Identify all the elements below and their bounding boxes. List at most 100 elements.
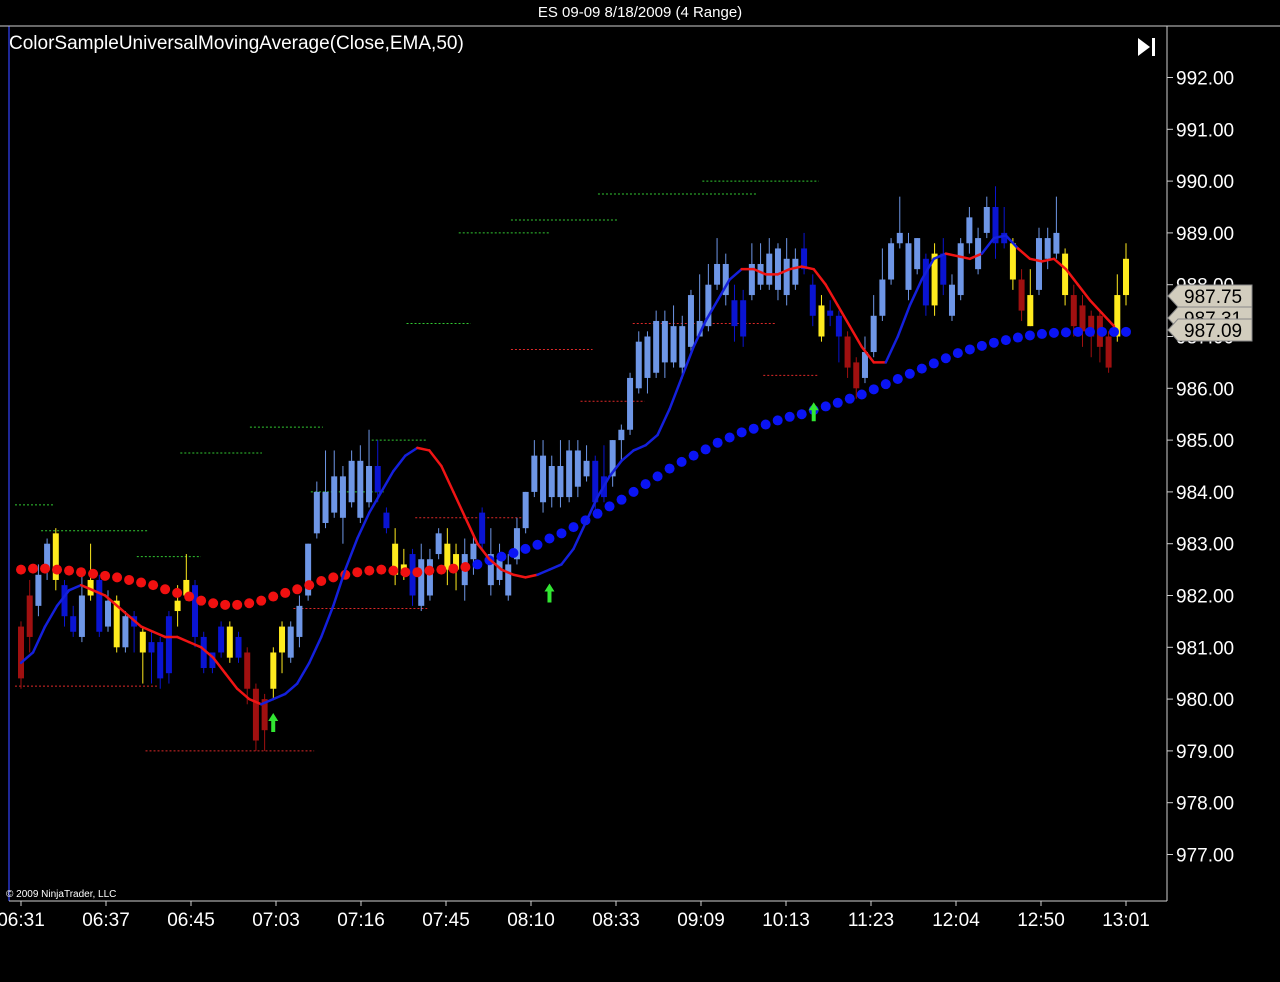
x-tick-label: 08:10	[507, 910, 555, 931]
price-bar	[940, 253, 947, 285]
slow-ma-dot	[412, 567, 423, 578]
slow-ma-dot	[604, 501, 615, 512]
price-bar	[1053, 232, 1060, 254]
price-bar	[331, 476, 338, 513]
slow-ma-dot	[1084, 326, 1095, 337]
slow-ma-dot	[208, 598, 219, 609]
fast-ma-segment	[283, 682, 299, 696]
slow-ma-dot	[736, 427, 747, 438]
slow-ma-dot	[184, 591, 195, 602]
price-bar	[983, 207, 990, 233]
slow-ma-dot	[376, 564, 387, 575]
slow-ma-dot	[1024, 330, 1035, 341]
slow-ma-dot	[880, 379, 891, 390]
x-tick-label: 09:09	[677, 910, 725, 931]
price-bar	[18, 626, 24, 679]
price-bar	[714, 263, 721, 285]
fast-ma-segment	[980, 236, 996, 255]
price-bar	[566, 450, 573, 498]
skip-to-end-icon[interactable]	[1136, 35, 1160, 59]
y-tick-label: 980.00	[1176, 690, 1234, 711]
up-arrow-icon	[544, 583, 555, 603]
slow-ma-dot	[700, 444, 711, 455]
slow-ma-dot	[940, 353, 951, 364]
price-bar	[1035, 238, 1042, 290]
fast-ma-segment	[824, 283, 839, 307]
slow-ma-dot	[820, 401, 831, 412]
price-bar	[583, 460, 590, 477]
price-bar	[244, 652, 251, 689]
slow-ma-dot	[760, 419, 771, 430]
fast-ma-segment	[476, 542, 491, 561]
slow-ma-dot	[52, 564, 63, 575]
time-axis[interactable]: 06:31 06:37 06:45 07:03 07:16 07:45 08:10 08:33…	[0, 901, 1150, 931]
fast-ma-segment	[1040, 257, 1056, 263]
price-bar	[313, 491, 320, 534]
price-bar	[888, 243, 895, 280]
fast-ma-segment	[896, 304, 912, 338]
price-bar	[357, 460, 364, 518]
fast-ma-segment	[668, 376, 683, 411]
slow-ma-dot	[664, 463, 675, 474]
x-tick-label: 13:01	[1102, 910, 1150, 931]
price-bar	[679, 326, 686, 368]
fast-ma-segment	[392, 454, 407, 473]
price-bar	[383, 512, 390, 529]
slow-ma-dot	[304, 580, 315, 591]
fast-ma-segment	[944, 252, 960, 258]
price-bar	[809, 284, 816, 316]
price-bar	[557, 466, 564, 498]
price-bar	[1123, 258, 1129, 296]
slow-ma-dot	[784, 411, 795, 422]
price-chart[interactable]: 977.00 978.00 979.00 980.00 981.00 982.00 983.…	[0, 0, 1280, 982]
price-bar	[540, 455, 547, 503]
slow-ma-dot	[508, 548, 519, 559]
fast-ma-segment	[175, 635, 191, 644]
slow-ma-dot	[1036, 328, 1047, 339]
slow-ma-dot	[688, 450, 699, 461]
fast-ma-segment	[644, 433, 659, 447]
fast-ma-segment	[440, 464, 455, 494]
fast-ma-segment	[31, 625, 47, 654]
price-bar	[1027, 295, 1034, 327]
fast-ma-segment	[884, 335, 900, 364]
price-bar	[1079, 305, 1086, 332]
fast-ma-segment	[43, 604, 59, 628]
slow-ma-dot	[112, 572, 123, 583]
price-bar	[435, 533, 442, 555]
slow-ma-dot	[244, 598, 255, 609]
price-bar	[139, 631, 146, 653]
price-bar	[548, 466, 555, 498]
fast-ma-segment	[452, 490, 467, 520]
slow-ma-dot	[364, 565, 375, 576]
slow-ma-dot	[772, 415, 783, 426]
price-bar	[792, 258, 799, 285]
price-bar	[279, 626, 286, 653]
price-bar	[192, 585, 199, 637]
fast-ma-segment	[320, 604, 335, 639]
fast-ma-segment	[308, 635, 323, 665]
fast-ma-segment	[524, 573, 539, 579]
slow-ma-dot	[328, 572, 339, 583]
slow-ma-dot	[1096, 326, 1107, 337]
slow-ma-dot	[976, 340, 987, 351]
slow-ma-dot	[232, 599, 243, 610]
slow-ma-dot	[28, 563, 39, 574]
fast-ma-segment	[151, 630, 167, 639]
slow-ma-dot	[520, 543, 531, 554]
price-marker-label: 987.75	[1184, 287, 1242, 308]
slow-ma-dot	[544, 533, 555, 544]
price-bar	[627, 377, 634, 430]
fast-ma-segment	[848, 324, 864, 349]
slow-ma-dot	[628, 486, 639, 497]
price-bar	[896, 232, 903, 244]
slow-ma-dot	[436, 564, 447, 575]
price-bar	[618, 429, 625, 441]
y-tick-label: 977.00	[1176, 846, 1234, 867]
slow-ma-dot	[1072, 326, 1083, 337]
price-bar	[948, 284, 955, 316]
fast-ma-segment	[1016, 247, 1032, 261]
price-axis[interactable]: 977.00 978.00 979.00 980.00 981.00 982.00 983.…	[1167, 69, 1234, 867]
price-bar	[783, 258, 790, 296]
price-bar	[531, 455, 538, 492]
